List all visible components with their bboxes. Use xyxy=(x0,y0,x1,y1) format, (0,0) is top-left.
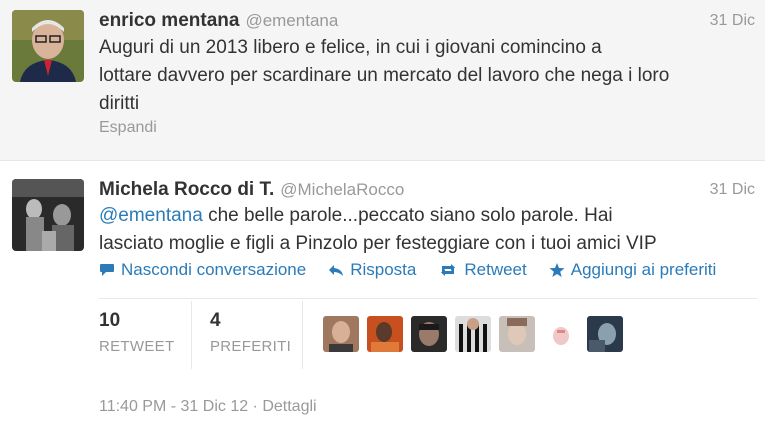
tweet-text-line: diritti xyxy=(99,93,140,114)
tweet-ementana[interactable]: enrico mentana @ementana 31 Dic Auguri di… xyxy=(0,0,765,161)
tweet-text-line: @ementana che belle parole...peccato sia… xyxy=(99,202,749,230)
favoriter-avatar[interactable] xyxy=(543,316,579,352)
hide-conversation-button[interactable]: Nascondi conversazione xyxy=(99,260,306,280)
user-handle[interactable]: @ementana xyxy=(245,11,338,30)
user-fullname[interactable]: Michela Rocco di T. xyxy=(99,179,274,200)
favoriter-avatar[interactable] xyxy=(367,316,403,352)
divider xyxy=(99,298,757,299)
speech-bubble-icon xyxy=(100,264,114,276)
avatar-michelarocco[interactable] xyxy=(12,179,84,251)
favoriter-avatar[interactable] xyxy=(587,316,623,352)
tweet-timestamp[interactable]: 11:40 PM - 31 Dic 12 xyxy=(99,398,248,415)
tweet-text-rest: che belle parole...peccato siano solo pa… xyxy=(202,205,613,226)
retweets-label: RETWEET xyxy=(99,338,175,355)
mention-link[interactable]: @ementana xyxy=(99,205,203,226)
tweet-text-line: lottare davvero per scardinare un mercat… xyxy=(99,65,670,86)
details-link[interactable]: Dettagli xyxy=(262,398,316,415)
tweet-header: enrico mentana @ementana xyxy=(99,10,338,32)
tweet-time[interactable]: 31 Dic xyxy=(710,12,755,30)
tweet-time[interactable]: 31 Dic xyxy=(710,181,755,199)
favoriter-avatar[interactable] xyxy=(455,316,491,352)
tweet-text: Auguri di un 2013 libero e felice, in cu… xyxy=(99,34,749,118)
tweet-text-line: Auguri di un 2013 libero e felice, in cu… xyxy=(99,37,602,58)
favoriter-avatar[interactable] xyxy=(499,316,535,352)
tweet-header: Michela Rocco di T. @MichelaRocco xyxy=(99,179,404,201)
tweet-footer: 11:40 PM - 31 Dic 12 · Dettagli xyxy=(99,398,317,416)
retweet-label: Retweet xyxy=(464,260,527,279)
expand-link[interactable]: Espandi xyxy=(99,119,157,137)
retweet-icon xyxy=(441,264,456,276)
reply-arrow-icon xyxy=(329,265,344,276)
user-fullname[interactable]: enrico mentana xyxy=(99,10,239,31)
tweet-actions: Nascondi conversazione Risposta Retweet … xyxy=(99,260,738,280)
stats-separator xyxy=(191,301,192,369)
favorite-label: Aggiungi ai preferiti xyxy=(570,260,717,279)
retweet-button[interactable]: Retweet xyxy=(438,260,527,280)
retweets-count: 10 xyxy=(99,310,121,331)
star-icon xyxy=(549,262,565,277)
stats-separator xyxy=(302,301,303,369)
reply-button[interactable]: Risposta xyxy=(328,260,416,280)
avatar-ementana[interactable] xyxy=(12,10,84,82)
favorites-stat[interactable]: 4 PREFERITI xyxy=(210,310,291,355)
favoriters-avatars xyxy=(323,316,623,352)
tweet-michelarocco[interactable]: Michela Rocco di T. @MichelaRocco 31 Dic … xyxy=(0,161,765,441)
retweets-stat[interactable]: 10 RETWEET xyxy=(99,310,174,355)
favorite-button[interactable]: Aggiungi ai preferiti xyxy=(549,260,717,280)
favorites-count: 4 xyxy=(210,310,221,331)
user-handle[interactable]: @MichelaRocco xyxy=(280,180,404,199)
reply-label: Risposta xyxy=(350,260,417,279)
hide-conversation-label: Nascondi conversazione xyxy=(121,260,307,279)
favoriter-avatar[interactable] xyxy=(411,316,447,352)
tweet-text: @ementana che belle parole...peccato sia… xyxy=(99,202,749,258)
favorites-label: PREFERITI xyxy=(210,338,292,355)
tweet-text-line: lasciato moglie e figli a Pinzolo per fe… xyxy=(99,233,657,254)
favoriter-avatar[interactable] xyxy=(323,316,359,352)
footer-separator: · xyxy=(248,398,263,415)
